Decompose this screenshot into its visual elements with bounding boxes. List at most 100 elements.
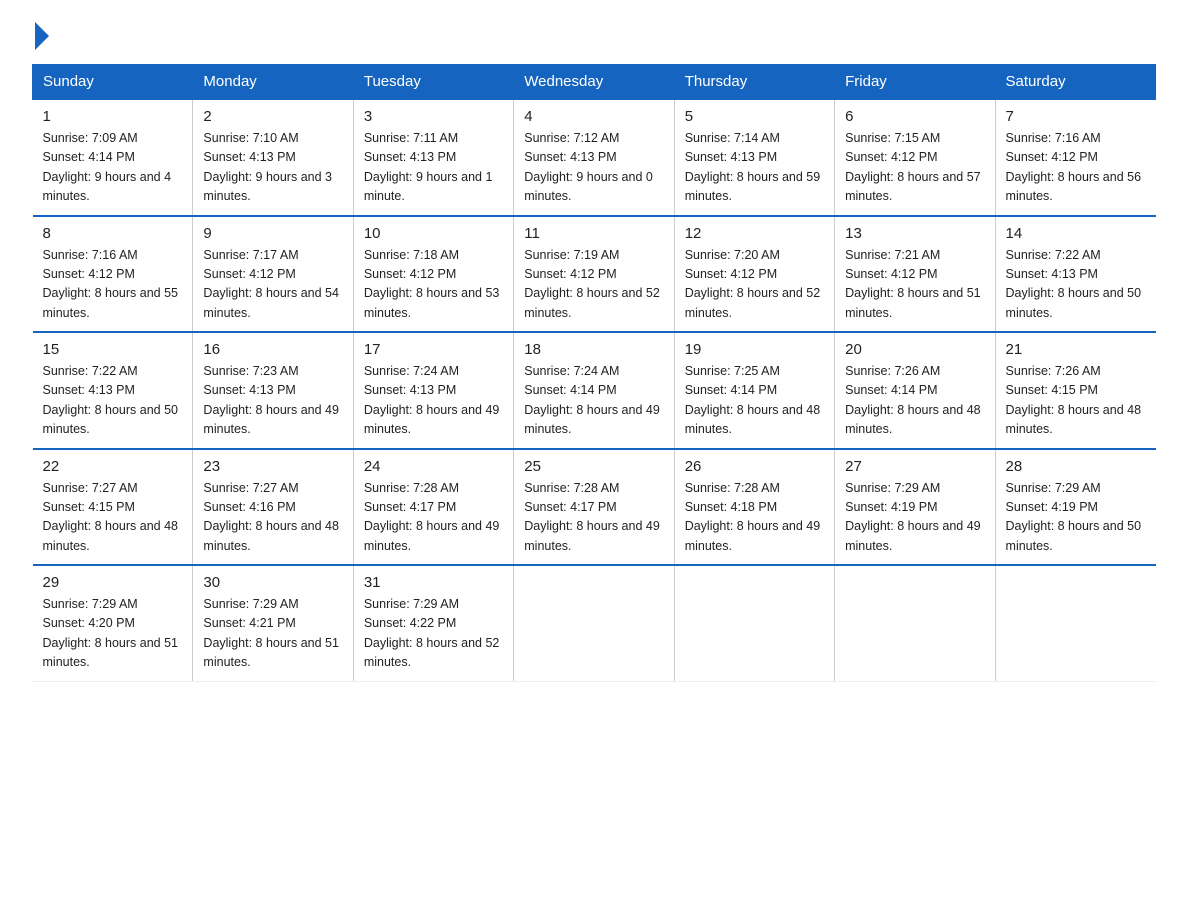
- day-info: Sunrise: 7:21 AMSunset: 4:12 PMDaylight:…: [845, 246, 984, 324]
- calendar-cell: 2 Sunrise: 7:10 AMSunset: 4:13 PMDayligh…: [193, 99, 353, 216]
- calendar-cell: 10 Sunrise: 7:18 AMSunset: 4:12 PMDaylig…: [353, 216, 513, 333]
- calendar-cell: 17 Sunrise: 7:24 AMSunset: 4:13 PMDaylig…: [353, 332, 513, 449]
- calendar-cell: [514, 565, 674, 681]
- day-info: Sunrise: 7:24 AMSunset: 4:14 PMDaylight:…: [524, 362, 663, 440]
- calendar-cell: 18 Sunrise: 7:24 AMSunset: 4:14 PMDaylig…: [514, 332, 674, 449]
- calendar-cell: 12 Sunrise: 7:20 AMSunset: 4:12 PMDaylig…: [674, 216, 834, 333]
- calendar-cell: 19 Sunrise: 7:25 AMSunset: 4:14 PMDaylig…: [674, 332, 834, 449]
- day-info: Sunrise: 7:29 AMSunset: 4:21 PMDaylight:…: [203, 595, 342, 673]
- day-info: Sunrise: 7:14 AMSunset: 4:13 PMDaylight:…: [685, 129, 824, 207]
- calendar-cell: 7 Sunrise: 7:16 AMSunset: 4:12 PMDayligh…: [995, 99, 1155, 216]
- calendar-cell: 15 Sunrise: 7:22 AMSunset: 4:13 PMDaylig…: [33, 332, 193, 449]
- day-info: Sunrise: 7:27 AMSunset: 4:16 PMDaylight:…: [203, 479, 342, 557]
- weekday-header-row: SundayMondayTuesdayWednesdayThursdayFrid…: [33, 65, 1156, 100]
- day-info: Sunrise: 7:10 AMSunset: 4:13 PMDaylight:…: [203, 129, 342, 207]
- day-number: 12: [685, 225, 824, 242]
- day-info: Sunrise: 7:27 AMSunset: 4:15 PMDaylight:…: [43, 479, 183, 557]
- day-info: Sunrise: 7:24 AMSunset: 4:13 PMDaylight:…: [364, 362, 503, 440]
- day-number: 30: [203, 574, 342, 591]
- calendar-week-row: 1 Sunrise: 7:09 AMSunset: 4:14 PMDayligh…: [33, 99, 1156, 216]
- day-number: 17: [364, 341, 503, 358]
- calendar-cell: 16 Sunrise: 7:23 AMSunset: 4:13 PMDaylig…: [193, 332, 353, 449]
- logo-arrow-icon: [35, 22, 49, 50]
- calendar-cell: 24 Sunrise: 7:28 AMSunset: 4:17 PMDaylig…: [353, 449, 513, 566]
- calendar-cell: 14 Sunrise: 7:22 AMSunset: 4:13 PMDaylig…: [995, 216, 1155, 333]
- day-info: Sunrise: 7:16 AMSunset: 4:12 PMDaylight:…: [43, 246, 183, 324]
- day-number: 9: [203, 225, 342, 242]
- day-number: 10: [364, 225, 503, 242]
- calendar-week-row: 8 Sunrise: 7:16 AMSunset: 4:12 PMDayligh…: [33, 216, 1156, 333]
- day-number: 29: [43, 574, 183, 591]
- calendar-table: SundayMondayTuesdayWednesdayThursdayFrid…: [32, 64, 1156, 682]
- weekday-header-wednesday: Wednesday: [514, 65, 674, 100]
- day-number: 21: [1006, 341, 1146, 358]
- calendar-week-row: 15 Sunrise: 7:22 AMSunset: 4:13 PMDaylig…: [33, 332, 1156, 449]
- day-number: 7: [1006, 108, 1146, 125]
- calendar-cell: 1 Sunrise: 7:09 AMSunset: 4:14 PMDayligh…: [33, 99, 193, 216]
- day-info: Sunrise: 7:29 AMSunset: 4:20 PMDaylight:…: [43, 595, 183, 673]
- day-info: Sunrise: 7:28 AMSunset: 4:17 PMDaylight:…: [524, 479, 663, 557]
- day-info: Sunrise: 7:29 AMSunset: 4:19 PMDaylight:…: [1006, 479, 1146, 557]
- calendar-cell: 13 Sunrise: 7:21 AMSunset: 4:12 PMDaylig…: [835, 216, 995, 333]
- calendar-cell: 3 Sunrise: 7:11 AMSunset: 4:13 PMDayligh…: [353, 99, 513, 216]
- weekday-header-saturday: Saturday: [995, 65, 1155, 100]
- day-info: Sunrise: 7:28 AMSunset: 4:17 PMDaylight:…: [364, 479, 503, 557]
- day-info: Sunrise: 7:22 AMSunset: 4:13 PMDaylight:…: [43, 362, 183, 440]
- day-info: Sunrise: 7:29 AMSunset: 4:22 PMDaylight:…: [364, 595, 503, 673]
- calendar-week-row: 22 Sunrise: 7:27 AMSunset: 4:15 PMDaylig…: [33, 449, 1156, 566]
- day-info: Sunrise: 7:19 AMSunset: 4:12 PMDaylight:…: [524, 246, 663, 324]
- day-number: 1: [43, 108, 183, 125]
- calendar-cell: 5 Sunrise: 7:14 AMSunset: 4:13 PMDayligh…: [674, 99, 834, 216]
- calendar-cell: 20 Sunrise: 7:26 AMSunset: 4:14 PMDaylig…: [835, 332, 995, 449]
- day-info: Sunrise: 7:17 AMSunset: 4:12 PMDaylight:…: [203, 246, 342, 324]
- calendar-cell: 30 Sunrise: 7:29 AMSunset: 4:21 PMDaylig…: [193, 565, 353, 681]
- day-number: 14: [1006, 225, 1146, 242]
- weekday-header-tuesday: Tuesday: [353, 65, 513, 100]
- calendar-cell: 6 Sunrise: 7:15 AMSunset: 4:12 PMDayligh…: [835, 99, 995, 216]
- day-number: 4: [524, 108, 663, 125]
- day-number: 22: [43, 458, 183, 475]
- day-info: Sunrise: 7:29 AMSunset: 4:19 PMDaylight:…: [845, 479, 984, 557]
- day-info: Sunrise: 7:26 AMSunset: 4:14 PMDaylight:…: [845, 362, 984, 440]
- day-number: 13: [845, 225, 984, 242]
- day-number: 18: [524, 341, 663, 358]
- day-number: 19: [685, 341, 824, 358]
- calendar-cell: 31 Sunrise: 7:29 AMSunset: 4:22 PMDaylig…: [353, 565, 513, 681]
- calendar-cell: 9 Sunrise: 7:17 AMSunset: 4:12 PMDayligh…: [193, 216, 353, 333]
- weekday-header-friday: Friday: [835, 65, 995, 100]
- day-number: 26: [685, 458, 824, 475]
- day-number: 20: [845, 341, 984, 358]
- calendar-cell: 8 Sunrise: 7:16 AMSunset: 4:12 PMDayligh…: [33, 216, 193, 333]
- day-number: 28: [1006, 458, 1146, 475]
- calendar-cell: [995, 565, 1155, 681]
- calendar-cell: 25 Sunrise: 7:28 AMSunset: 4:17 PMDaylig…: [514, 449, 674, 566]
- day-info: Sunrise: 7:25 AMSunset: 4:14 PMDaylight:…: [685, 362, 824, 440]
- calendar-cell: 11 Sunrise: 7:19 AMSunset: 4:12 PMDaylig…: [514, 216, 674, 333]
- day-number: 23: [203, 458, 342, 475]
- day-number: 31: [364, 574, 503, 591]
- calendar-cell: 26 Sunrise: 7:28 AMSunset: 4:18 PMDaylig…: [674, 449, 834, 566]
- day-number: 6: [845, 108, 984, 125]
- calendar-cell: 21 Sunrise: 7:26 AMSunset: 4:15 PMDaylig…: [995, 332, 1155, 449]
- day-number: 27: [845, 458, 984, 475]
- weekday-header-monday: Monday: [193, 65, 353, 100]
- calendar-cell: 27 Sunrise: 7:29 AMSunset: 4:19 PMDaylig…: [835, 449, 995, 566]
- day-info: Sunrise: 7:28 AMSunset: 4:18 PMDaylight:…: [685, 479, 824, 557]
- day-info: Sunrise: 7:20 AMSunset: 4:12 PMDaylight:…: [685, 246, 824, 324]
- calendar-cell: [674, 565, 834, 681]
- day-info: Sunrise: 7:16 AMSunset: 4:12 PMDaylight:…: [1006, 129, 1146, 207]
- day-number: 11: [524, 225, 663, 242]
- calendar-cell: 4 Sunrise: 7:12 AMSunset: 4:13 PMDayligh…: [514, 99, 674, 216]
- day-info: Sunrise: 7:11 AMSunset: 4:13 PMDaylight:…: [364, 129, 503, 207]
- day-info: Sunrise: 7:09 AMSunset: 4:14 PMDaylight:…: [43, 129, 183, 207]
- day-number: 16: [203, 341, 342, 358]
- day-number: 2: [203, 108, 342, 125]
- day-number: 3: [364, 108, 503, 125]
- calendar-cell: [835, 565, 995, 681]
- day-info: Sunrise: 7:15 AMSunset: 4:12 PMDaylight:…: [845, 129, 984, 207]
- calendar-cell: 23 Sunrise: 7:27 AMSunset: 4:16 PMDaylig…: [193, 449, 353, 566]
- day-info: Sunrise: 7:22 AMSunset: 4:13 PMDaylight:…: [1006, 246, 1146, 324]
- calendar-cell: 22 Sunrise: 7:27 AMSunset: 4:15 PMDaylig…: [33, 449, 193, 566]
- day-info: Sunrise: 7:23 AMSunset: 4:13 PMDaylight:…: [203, 362, 342, 440]
- day-number: 8: [43, 225, 183, 242]
